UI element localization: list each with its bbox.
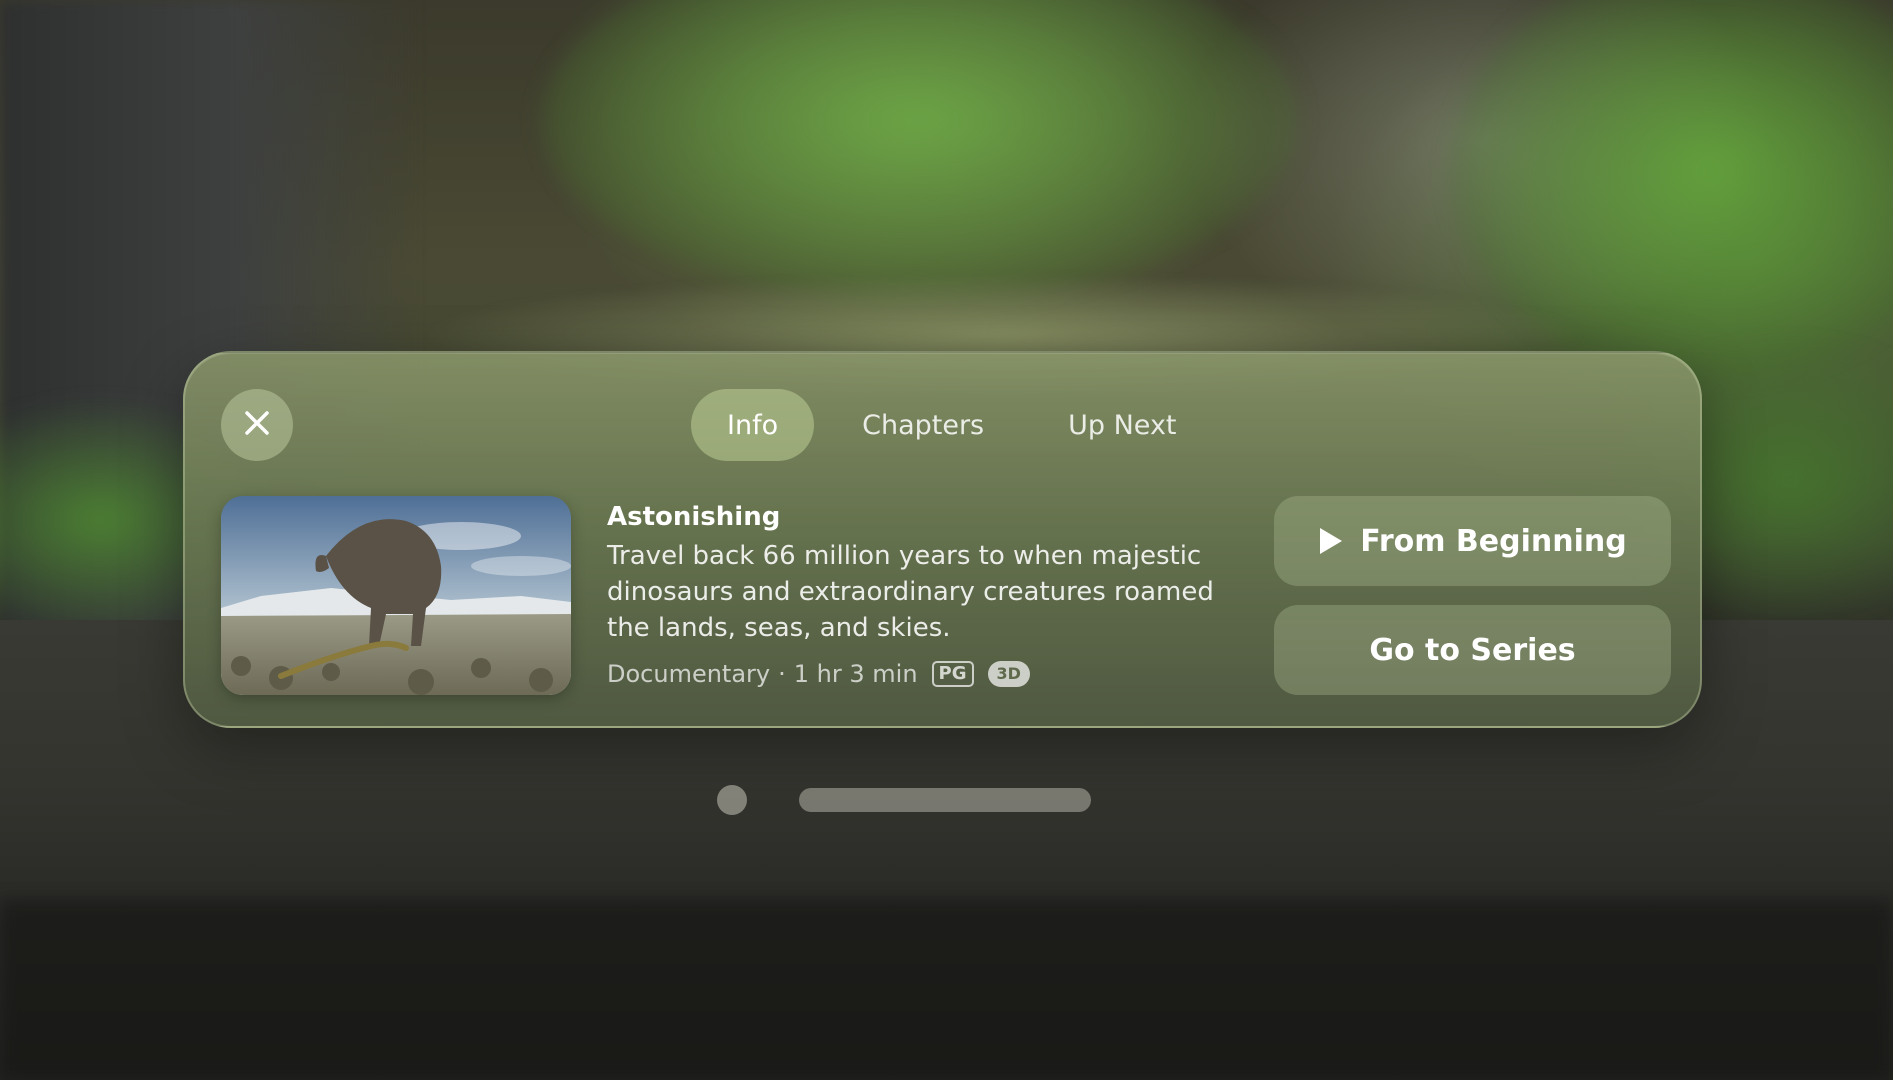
episode-thumbnail[interactable] bbox=[221, 496, 571, 695]
format-badge: 3D bbox=[987, 661, 1030, 687]
close-icon bbox=[242, 408, 272, 442]
episode-info: Astonishing Travel back 66 million years… bbox=[607, 496, 1247, 688]
episode-description: Travel back 66 million years to when maj… bbox=[607, 541, 1214, 643]
scene-floor-shadow bbox=[0, 900, 1893, 1080]
go-to-series-label: Go to Series bbox=[1369, 632, 1576, 668]
episode-genre: Documentary bbox=[607, 660, 771, 688]
meta-separator: · bbox=[778, 660, 786, 688]
tab-up-next[interactable]: Up Next bbox=[1032, 389, 1212, 461]
close-button[interactable] bbox=[221, 389, 293, 461]
go-to-series-button[interactable]: Go to Series bbox=[1274, 605, 1671, 695]
page-indicator-dot[interactable] bbox=[717, 785, 747, 815]
tab-chapters[interactable]: Chapters bbox=[826, 389, 1020, 461]
from-beginning-label: From Beginning bbox=[1360, 523, 1627, 559]
info-panel: Info Chapters Up Next Astonishing Travel… bbox=[183, 351, 1702, 728]
episode-duration: 1 hr 3 min bbox=[793, 660, 918, 688]
episode-title: Astonishing bbox=[607, 502, 781, 532]
play-icon bbox=[1318, 526, 1344, 556]
window-grabber-bar[interactable] bbox=[799, 788, 1091, 812]
tab-bar: Info Chapters Up Next bbox=[691, 389, 1213, 461]
episode-meta: Documentary · 1 hr 3 min PG 3D bbox=[607, 660, 1247, 688]
rating-badge: PG bbox=[931, 661, 974, 687]
from-beginning-button[interactable]: From Beginning bbox=[1274, 496, 1671, 586]
tab-info[interactable]: Info bbox=[691, 389, 815, 461]
